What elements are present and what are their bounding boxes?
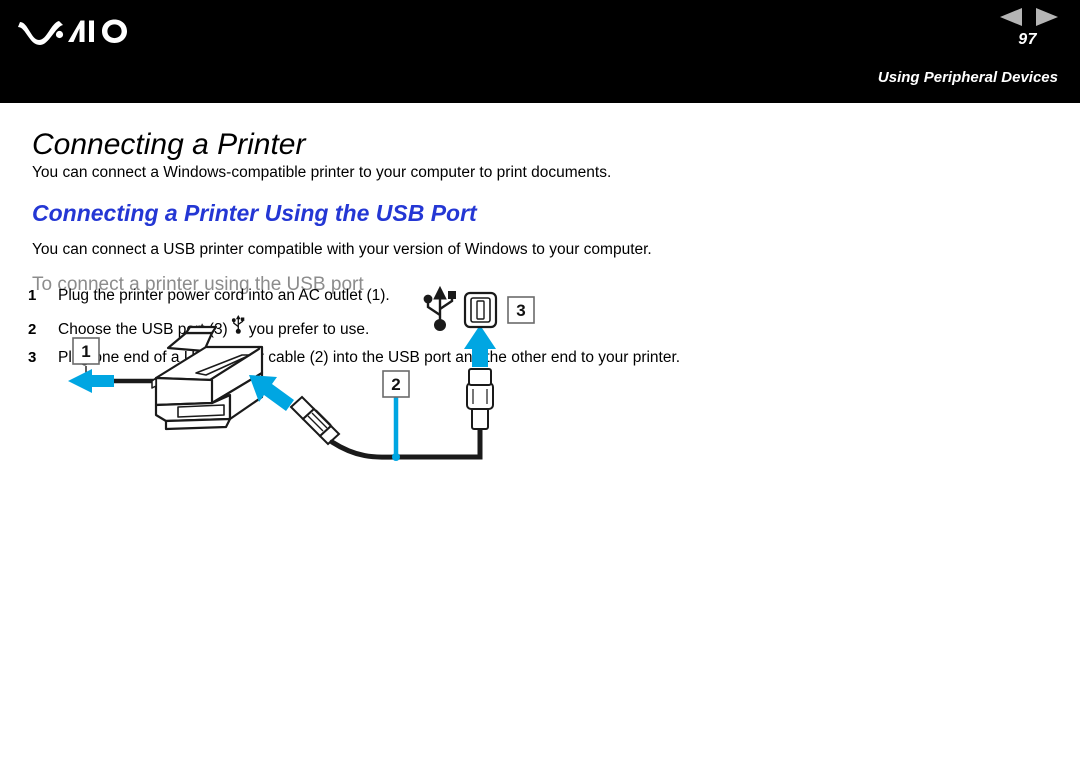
callout-2-label: 2	[391, 375, 400, 394]
usb-printer-connection-diagram: 1 2 3	[0, 285, 1080, 485]
usb-b-connector	[289, 395, 341, 446]
vaio-logo	[18, 12, 143, 50]
usb-trident-symbol	[423, 285, 456, 331]
printer-illustration	[151, 325, 264, 431]
page-title: Connecting a Printer	[32, 128, 306, 162]
page-number: 97	[1018, 31, 1037, 48]
callout-3-label: 3	[516, 301, 525, 320]
subsection-intro-paragraph: You can connect a USB printer compatible…	[32, 240, 652, 258]
next-page-arrow-icon[interactable]	[1036, 8, 1058, 26]
page-navigation	[1000, 8, 1058, 26]
blue-up-arrow	[464, 325, 496, 367]
usb-cable	[329, 425, 483, 460]
usb-port-icon	[463, 291, 498, 329]
usb-a-connector	[466, 368, 494, 430]
subsection-title: Connecting a Printer Using the USB Port	[32, 200, 477, 227]
intro-paragraph: You can connect a Windows-compatible pri…	[32, 163, 612, 181]
section-label: Using Peripheral Devices	[877, 69, 1058, 86]
callout-2-group: 2	[382, 370, 410, 461]
header-band: 97 Using Peripheral Devices	[0, 0, 1080, 103]
callout-1-label: 1	[81, 342, 90, 361]
callout-3-group: 3	[507, 296, 535, 324]
previous-page-arrow-icon[interactable]	[1000, 8, 1022, 26]
blue-diagonal-arrow	[249, 375, 294, 411]
